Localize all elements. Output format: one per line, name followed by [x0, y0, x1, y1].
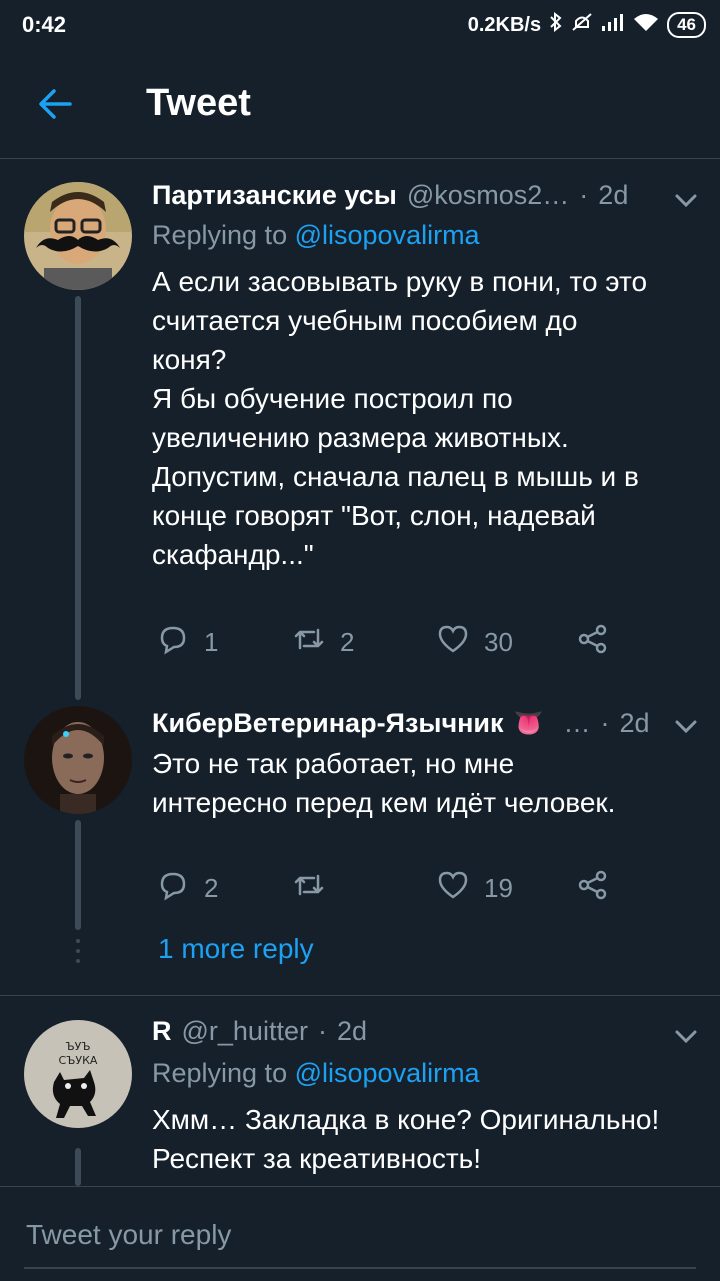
tweet-actions: 1 2 30 [152, 622, 622, 662]
heart-icon [436, 622, 470, 663]
top-app-bar: Tweet [0, 50, 720, 159]
tweet-header: Партизанские усы @kosmos2… · 2d [152, 180, 628, 211]
display-name[interactable]: КиберВетеринар-Язычник [152, 708, 504, 739]
retweet-icon [292, 622, 326, 663]
wifi-icon [633, 12, 659, 38]
replying-to-link[interactable]: @lisopovalirma [295, 220, 480, 250]
reply-icon [156, 622, 190, 663]
separator: · [579, 180, 589, 210]
timestamp: 2d [598, 180, 629, 210]
tweet-reply[interactable]: Партизанские усы @kosmos2… · 2d Replying… [0, 160, 720, 700]
thread-line [75, 1148, 81, 1186]
share-icon [576, 622, 610, 663]
chevron-down-icon[interactable] [672, 186, 700, 214]
tweet-header: R @r_huitter · 2d [152, 1016, 367, 1047]
avatar[interactable] [24, 706, 132, 814]
status-icons: 0.2KB/s 46 [467, 11, 706, 38]
user-handle[interactable]: @r_huitter [182, 1016, 308, 1047]
tweet-actions: 2 19 [152, 868, 622, 908]
share-button[interactable] [576, 868, 610, 909]
signal-icon [601, 13, 625, 37]
timestamp: 2d [619, 708, 650, 738]
timestamp: 2d [336, 1016, 368, 1046]
bluetooth-icon [549, 11, 563, 38]
mute-icon [571, 12, 593, 38]
more-replies-link[interactable]: 1 more reply [158, 933, 314, 965]
status-time: 0:42 [22, 12, 67, 37]
tweet-reply[interactable]: ЪУЪ СЪУКА R @r_huitter · 2d Replying to … [0, 1000, 720, 1186]
status-bar: 0:42 0.2KB/s 46 [0, 0, 720, 50]
thread-line [75, 820, 81, 930]
reply-count: 2 [204, 873, 219, 903]
like-button[interactable]: 30 [436, 622, 513, 663]
display-name[interactable]: Партизанские усы [152, 180, 397, 211]
replying-to-prefix: Replying to [152, 220, 288, 250]
separator: · [317, 1016, 327, 1046]
reply-input[interactable]: Tweet your reply [26, 1219, 231, 1251]
reply-count: 1 [204, 627, 219, 657]
like-count: 30 [484, 627, 513, 657]
retweet-button[interactable]: 2 [292, 622, 354, 663]
tweet-text: Хмм… Закладка в коне? Оригинально! Респе… [152, 1104, 660, 1174]
like-button[interactable]: 19 [436, 868, 513, 909]
avatar-caption-line1: ЪУЪ [65, 1040, 90, 1053]
share-button[interactable] [576, 622, 610, 663]
back-arrow-icon[interactable] [36, 84, 76, 124]
retweet-icon [292, 868, 326, 909]
divider [0, 995, 720, 996]
user-handle[interactable]: @kosmos2… [407, 180, 569, 211]
retweet-count: 2 [340, 627, 355, 657]
avatar-caption-line2: СЪУКА [59, 1054, 98, 1067]
retweet-button[interactable] [292, 868, 340, 909]
battery-icon: 46 [667, 12, 706, 38]
page-title: Tweet [146, 82, 251, 124]
reply-input-underline [24, 1267, 696, 1269]
reply-icon [156, 868, 190, 909]
tweet-text: А если засовывать руку в пони, то это сч… [152, 266, 648, 570]
reply-button[interactable]: 1 [156, 622, 218, 663]
network-speed: 0.2KB/s [467, 13, 542, 36]
share-icon [576, 868, 610, 909]
tweet-reply[interactable]: КиберВетеринар-Язычник 👅 … · 2d Это не т… [0, 700, 720, 930]
separator: · [600, 708, 610, 738]
chevron-down-icon[interactable] [672, 1022, 700, 1050]
replying-to-link[interactable]: @lisopovalirma [295, 1058, 480, 1088]
reply-button[interactable]: 2 [156, 868, 218, 909]
avatar[interactable]: ЪУЪ СЪУКА [24, 1020, 132, 1128]
thread-dots [76, 938, 80, 969]
avatar[interactable] [24, 182, 132, 290]
thread-line [75, 296, 81, 700]
heart-icon [436, 868, 470, 909]
user-handle[interactable]: … [563, 708, 590, 739]
chevron-down-icon[interactable] [672, 712, 700, 740]
replying-to: Replying to @lisopovalirma [152, 220, 480, 251]
like-count: 19 [484, 873, 513, 903]
tongue-emoji: 👅 [513, 710, 544, 737]
replying-to-prefix: Replying to [152, 1058, 288, 1088]
replying-to: Replying to @lisopovalirma [152, 1058, 480, 1089]
tweet-text: Это не так работает, но мне интересно пе… [152, 748, 616, 818]
display-name[interactable]: R [152, 1016, 172, 1047]
tweet-header: КиберВетеринар-Язычник 👅 … · 2d [152, 708, 649, 739]
